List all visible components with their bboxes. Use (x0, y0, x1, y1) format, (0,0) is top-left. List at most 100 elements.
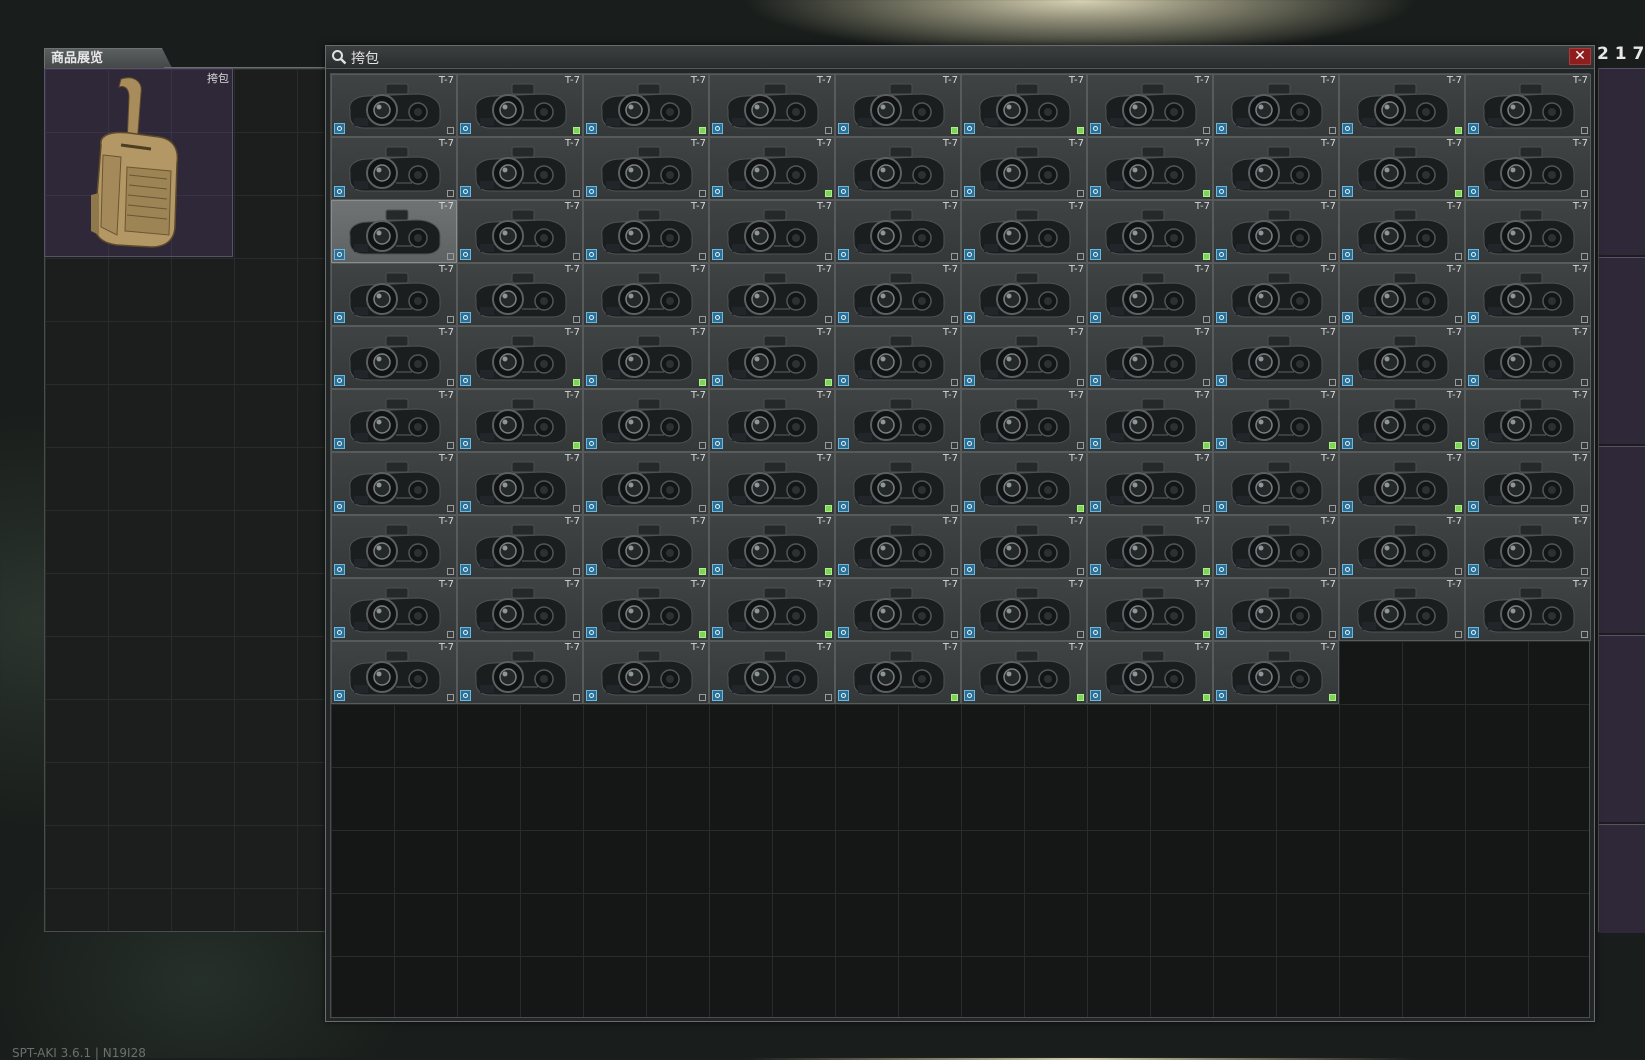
sling-bag-window[interactable]: 挎包 ✕ T-7 T-7 T-7 T-7 T-7 T-7 T-7 T-7 T-7 T-7 T-7 T-… (325, 45, 1595, 1022)
grid-item-t7[interactable]: T-7 (961, 452, 1087, 515)
grid-item-t7[interactable]: T-7 (1087, 452, 1213, 515)
grid-item-t7[interactable]: T-7 (1213, 578, 1339, 641)
showcase-tab[interactable]: 商品展览 (44, 48, 172, 68)
grid-item-t7[interactable]: T-7 (709, 515, 835, 578)
grid-item-t7[interactable]: T-7 (961, 389, 1087, 452)
grid-item-t7[interactable]: T-7 (1213, 137, 1339, 200)
grid-item-t7[interactable]: T-7 (583, 263, 709, 326)
grid-item-t7[interactable]: T-7 (1213, 389, 1339, 452)
grid-item-t7[interactable]: T-7 (835, 641, 961, 704)
grid-item-t7[interactable]: T-7 (835, 74, 961, 137)
grid-item-t7[interactable]: T-7 (1465, 200, 1591, 263)
grid-item-t7[interactable]: T-7 (331, 74, 457, 137)
grid-item-t7[interactable]: T-7 (331, 200, 457, 263)
grid-item-t7[interactable]: T-7 (1087, 578, 1213, 641)
grid-item-t7[interactable]: T-7 (1087, 263, 1213, 326)
grid-item-t7[interactable]: T-7 (583, 326, 709, 389)
grid-item-t7[interactable]: T-7 (1087, 389, 1213, 452)
grid-item-t7[interactable]: T-7 (835, 137, 961, 200)
grid-item-t7[interactable]: T-7 (1339, 74, 1465, 137)
grid-item-t7[interactable]: T-7 (1465, 326, 1591, 389)
grid-item-t7[interactable]: T-7 (331, 137, 457, 200)
grid-item-t7[interactable]: T-7 (583, 578, 709, 641)
grid-item-t7[interactable]: T-7 (709, 452, 835, 515)
grid-item-t7[interactable]: T-7 (1339, 326, 1465, 389)
grid-item-t7[interactable]: T-7 (1087, 641, 1213, 704)
grid-item-t7[interactable]: T-7 (1087, 74, 1213, 137)
grid-item-t7[interactable]: T-7 (331, 263, 457, 326)
grid-item-t7[interactable]: T-7 (583, 74, 709, 137)
grid-item-t7[interactable]: T-7 (961, 74, 1087, 137)
grid-item-t7[interactable]: T-7 (583, 200, 709, 263)
grid-item-t7[interactable]: T-7 (961, 578, 1087, 641)
grid-item-t7[interactable]: T-7 (457, 137, 583, 200)
grid-item-t7[interactable]: T-7 (961, 200, 1087, 263)
grid-item-t7[interactable]: T-7 (1213, 452, 1339, 515)
grid-item-t7[interactable]: T-7 (1213, 74, 1339, 137)
grid-item-t7[interactable]: T-7 (457, 452, 583, 515)
grid-item-t7[interactable]: T-7 (331, 578, 457, 641)
grid-item-t7[interactable]: T-7 (457, 578, 583, 641)
grid-item-t7[interactable]: T-7 (583, 452, 709, 515)
grid-item-t7[interactable]: T-7 (583, 389, 709, 452)
grid-item-t7[interactable]: T-7 (1339, 137, 1465, 200)
grid-item-t7[interactable]: T-7 (1339, 389, 1465, 452)
grid-item-t7[interactable]: T-7 (835, 452, 961, 515)
grid-item-t7[interactable]: T-7 (1465, 389, 1591, 452)
grid-item-t7[interactable]: T-7 (457, 389, 583, 452)
grid-item-t7[interactable]: T-7 (709, 389, 835, 452)
grid-item-t7[interactable]: T-7 (1465, 74, 1591, 137)
grid-item-t7[interactable]: T-7 (961, 641, 1087, 704)
grid-item-t7[interactable]: T-7 (457, 74, 583, 137)
grid-item-t7[interactable]: T-7 (1087, 326, 1213, 389)
grid-item-t7[interactable]: T-7 (1339, 452, 1465, 515)
grid-item-t7[interactable]: T-7 (583, 641, 709, 704)
grid-item-t7[interactable]: T-7 (1213, 515, 1339, 578)
right-panel-item[interactable] (1599, 68, 1645, 255)
grid-item-t7[interactable]: T-7 (457, 641, 583, 704)
grid-item-t7[interactable]: T-7 (1339, 263, 1465, 326)
grid-item-t7[interactable]: T-7 (709, 578, 835, 641)
grid-item-t7[interactable]: T-7 (1213, 641, 1339, 704)
grid-item-t7[interactable]: T-7 (1465, 452, 1591, 515)
grid-item-t7[interactable]: T-7 (583, 515, 709, 578)
grid-item-t7[interactable]: T-7 (835, 326, 961, 389)
right-panel-item[interactable] (1599, 635, 1645, 822)
grid-item-t7[interactable]: T-7 (1213, 263, 1339, 326)
grid-item-t7[interactable]: T-7 (961, 263, 1087, 326)
grid-item-t7[interactable]: T-7 (835, 578, 961, 641)
grid-item-t7[interactable]: T-7 (1339, 200, 1465, 263)
grid-item-t7[interactable]: T-7 (1465, 263, 1591, 326)
grid-item-t7[interactable]: T-7 (709, 200, 835, 263)
grid-item-t7[interactable]: T-7 (1087, 515, 1213, 578)
grid-item-t7[interactable]: T-7 (835, 263, 961, 326)
grid-item-t7[interactable]: T-7 (1339, 578, 1465, 641)
grid-item-t7[interactable]: T-7 (709, 137, 835, 200)
close-button[interactable]: ✕ (1569, 48, 1591, 65)
grid-item-t7[interactable]: T-7 (1087, 200, 1213, 263)
grid-item-t7[interactable]: T-7 (709, 263, 835, 326)
grid-item-t7[interactable]: T-7 (709, 326, 835, 389)
grid-item-t7[interactable]: T-7 (457, 263, 583, 326)
grid-item-t7[interactable]: T-7 (709, 641, 835, 704)
grid-item-t7[interactable]: T-7 (1465, 515, 1591, 578)
container-grid[interactable]: T-7 T-7 T-7 T-7 T-7 T-7 T-7 T-7 T-7 T-7 T-7 T-7 T-7 T… (330, 73, 1591, 1018)
grid-item-t7[interactable]: T-7 (457, 326, 583, 389)
grid-item-t7[interactable]: T-7 (331, 515, 457, 578)
grid-item-t7[interactable]: T-7 (1213, 326, 1339, 389)
right-panel-item[interactable] (1599, 824, 1645, 933)
grid-item-t7[interactable]: T-7 (331, 641, 457, 704)
grid-item-t7[interactable]: T-7 (961, 515, 1087, 578)
grid-item-t7[interactable]: T-7 (835, 515, 961, 578)
grid-item-t7[interactable]: T-7 (331, 452, 457, 515)
search-icon[interactable] (331, 49, 347, 65)
grid-item-t7[interactable]: T-7 (961, 137, 1087, 200)
grid-item-t7[interactable]: T-7 (961, 326, 1087, 389)
grid-item-t7[interactable]: T-7 (331, 326, 457, 389)
grid-item-t7[interactable]: T-7 (1465, 578, 1591, 641)
sling-bag-item[interactable]: 挎包 (44, 68, 233, 257)
grid-item-t7[interactable]: T-7 (835, 389, 961, 452)
grid-item-t7[interactable]: T-7 (835, 200, 961, 263)
grid-item-t7[interactable]: T-7 (1339, 515, 1465, 578)
grid-item-t7[interactable]: T-7 (583, 137, 709, 200)
